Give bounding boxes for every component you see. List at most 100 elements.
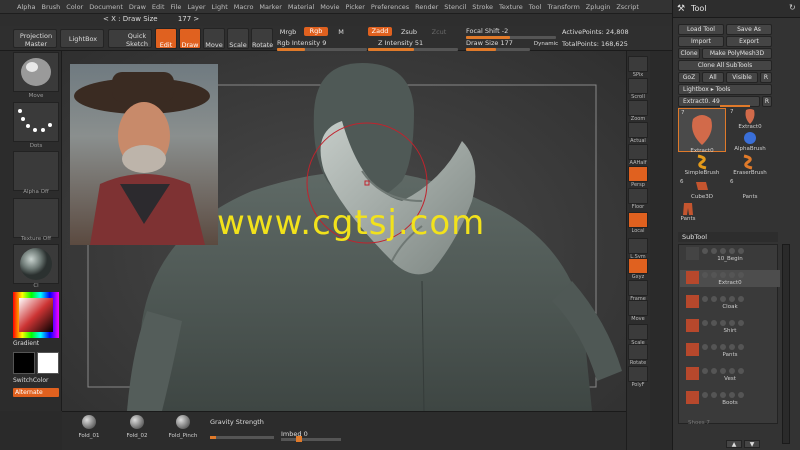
right-shelf-rotate-button[interactable]: Rotate bbox=[628, 344, 648, 366]
all-button[interactable]: All bbox=[702, 72, 724, 83]
tool-panel-scrollbar[interactable] bbox=[782, 244, 790, 444]
tool-thumb-eraserbrush[interactable] bbox=[728, 154, 772, 170]
gravity-strength-slider[interactable] bbox=[210, 436, 274, 439]
subtool-toggle-icon[interactable] bbox=[738, 320, 744, 326]
menu-item-tool[interactable]: Tool bbox=[526, 3, 545, 11]
right-shelf-actual-button[interactable]: Actual bbox=[628, 122, 648, 144]
menu-item-transform[interactable]: Transform bbox=[544, 3, 582, 11]
extract-r-button[interactable]: R bbox=[762, 96, 772, 107]
imbed-slider-handle[interactable] bbox=[296, 436, 302, 442]
subtool-row[interactable]: Shirt bbox=[680, 318, 780, 335]
right-shelf-floor-button[interactable]: Floor bbox=[628, 188, 648, 210]
right-shelf-aahalf-button[interactable]: AAHalf bbox=[628, 144, 648, 166]
subtool-row[interactable]: Vest bbox=[680, 366, 780, 383]
rgb-button[interactable]: Rgb bbox=[304, 27, 328, 36]
subtool-toggle-icon[interactable] bbox=[720, 296, 726, 302]
menu-item-movie[interactable]: Movie bbox=[317, 3, 342, 11]
projection-master-button[interactable]: Projection Master bbox=[13, 29, 57, 48]
import-button[interactable]: Import bbox=[678, 36, 724, 47]
alternate-button[interactable]: Alternate bbox=[13, 388, 59, 397]
clone-button[interactable]: Clone bbox=[678, 48, 700, 59]
move-up-icon[interactable]: ▲ bbox=[726, 440, 742, 448]
menu-item-preferences[interactable]: Preferences bbox=[368, 3, 412, 11]
menu-item-alpha[interactable]: Alpha bbox=[14, 3, 38, 11]
subtool-row[interactable]: Cloak bbox=[680, 294, 780, 311]
subtool-row[interactable]: Extract0 bbox=[680, 270, 780, 287]
subtool-header[interactable]: SubTool bbox=[678, 232, 778, 242]
switch-color-button[interactable]: SwitchColor bbox=[13, 377, 49, 384]
subtool-toggle-icon[interactable] bbox=[729, 392, 735, 398]
right-shelf-scale-button[interactable]: Scale bbox=[628, 324, 648, 346]
subtool-toggle-icon[interactable] bbox=[711, 296, 717, 302]
main-color-swatch[interactable] bbox=[13, 352, 35, 374]
subtool-row[interactable]: 10_Begin bbox=[680, 246, 780, 263]
current-tool-thumbnail[interactable]: 7 bbox=[678, 108, 726, 152]
subtool-toggle-icon[interactable] bbox=[738, 392, 744, 398]
brush-slot-fold-pinch[interactable]: Fold_Pinch bbox=[166, 415, 200, 439]
subtool-toggle-icon[interactable] bbox=[720, 320, 726, 326]
subtool-row[interactable]: Boots bbox=[680, 390, 780, 407]
subtool-toggle-icon[interactable] bbox=[729, 272, 735, 278]
menu-item-file[interactable]: File bbox=[168, 3, 185, 11]
right-shelf-zoom-button[interactable]: Zoom bbox=[628, 100, 648, 122]
subtool-toggle-icon[interactable] bbox=[702, 392, 708, 398]
subtool-toggle-icon[interactable] bbox=[720, 392, 726, 398]
right-shelf-move-button[interactable]: Move bbox=[628, 300, 648, 322]
subtool-toggle-icon[interactable] bbox=[702, 296, 708, 302]
subtool-toggle-icon[interactable] bbox=[738, 248, 744, 254]
make-polymesh-button[interactable]: Make PolyMesh3D bbox=[702, 48, 772, 59]
menu-item-stroke[interactable]: Stroke bbox=[469, 3, 496, 11]
dynamic-button[interactable]: Dynamic bbox=[532, 40, 560, 48]
m-button[interactable]: M bbox=[336, 28, 346, 36]
save-as-button[interactable]: Save As bbox=[726, 24, 772, 35]
viewport-canvas[interactable]: www.cgtsj.com bbox=[62, 51, 626, 411]
subtool-toggle-icon[interactable] bbox=[720, 272, 726, 278]
subtool-row[interactable]: Pants bbox=[680, 342, 780, 359]
subtool-toggle-icon[interactable] bbox=[729, 320, 735, 326]
subtool-toggle-icon[interactable] bbox=[711, 320, 717, 326]
subtool-toggle-icon[interactable] bbox=[702, 320, 708, 326]
subtool-toggle-icon[interactable] bbox=[711, 368, 717, 374]
tool-thumb-pants-2[interactable] bbox=[678, 202, 698, 216]
goz-r-button[interactable]: R bbox=[760, 72, 772, 83]
alpha-thumbnail[interactable] bbox=[13, 151, 59, 191]
subtool-toggle-icon[interactable] bbox=[711, 272, 717, 278]
menu-item-light[interactable]: Light bbox=[209, 3, 231, 11]
mrgb-button[interactable]: Mrgb bbox=[277, 28, 299, 36]
right-shelf-gxyz-button[interactable]: Gxyz bbox=[628, 258, 648, 280]
brush-slot-fold-02[interactable]: Fold_02 bbox=[120, 415, 154, 439]
menu-item-material[interactable]: Material bbox=[285, 3, 317, 11]
menu-item-texture[interactable]: Texture bbox=[496, 3, 526, 11]
menu-item-render[interactable]: Render bbox=[412, 3, 441, 11]
right-shelf-frame-button[interactable]: Frame bbox=[628, 280, 648, 302]
move-down-icon[interactable]: ▼ bbox=[744, 440, 760, 448]
right-shelf-spix-button[interactable]: SPix bbox=[628, 56, 648, 78]
menu-item-layer[interactable]: Layer bbox=[184, 3, 208, 11]
stroke-thumbnail[interactable] bbox=[13, 102, 59, 142]
subtool-toggle-icon[interactable] bbox=[702, 272, 708, 278]
menu-item-color[interactable]: Color bbox=[63, 3, 86, 11]
subtool-toggle-icon[interactable] bbox=[738, 368, 744, 374]
menu-item-document[interactable]: Document bbox=[86, 3, 126, 11]
tool-thumb-cube3d[interactable]: 6 bbox=[678, 178, 726, 194]
quick-sketch-button[interactable]: Quick Sketch bbox=[108, 29, 152, 48]
subtool-toggle-icon[interactable] bbox=[738, 344, 744, 350]
visible-button[interactable]: Visible bbox=[726, 72, 758, 83]
material-thumbnail[interactable] bbox=[13, 244, 59, 284]
imbed-slider[interactable] bbox=[281, 438, 341, 441]
subtool-toggle-icon[interactable] bbox=[711, 392, 717, 398]
right-shelf-lsym-button[interactable]: L.Sym bbox=[628, 238, 648, 260]
clone-all-subtools-button[interactable]: Clone All SubTools bbox=[678, 60, 772, 71]
lightbox-tools-button[interactable]: Lightbox ▸ Tools bbox=[678, 84, 772, 95]
subtool-toggle-icon[interactable] bbox=[729, 248, 735, 254]
menu-item-zplugin[interactable]: Zplugin bbox=[583, 3, 614, 11]
move-mode-button[interactable]: Move bbox=[203, 28, 225, 49]
menu-item-marker[interactable]: Marker bbox=[256, 3, 284, 11]
menu-item-macro[interactable]: Macro bbox=[231, 3, 257, 11]
menu-item-picker[interactable]: Picker bbox=[343, 3, 368, 11]
texture-thumbnail[interactable] bbox=[13, 198, 59, 238]
right-shelf-persp-button[interactable]: Persp bbox=[628, 166, 648, 188]
right-shelf-scroll-button[interactable]: Scroll bbox=[628, 78, 648, 100]
subtool-toggle-icon[interactable] bbox=[711, 344, 717, 350]
goz-button[interactable]: GoZ bbox=[678, 72, 700, 83]
